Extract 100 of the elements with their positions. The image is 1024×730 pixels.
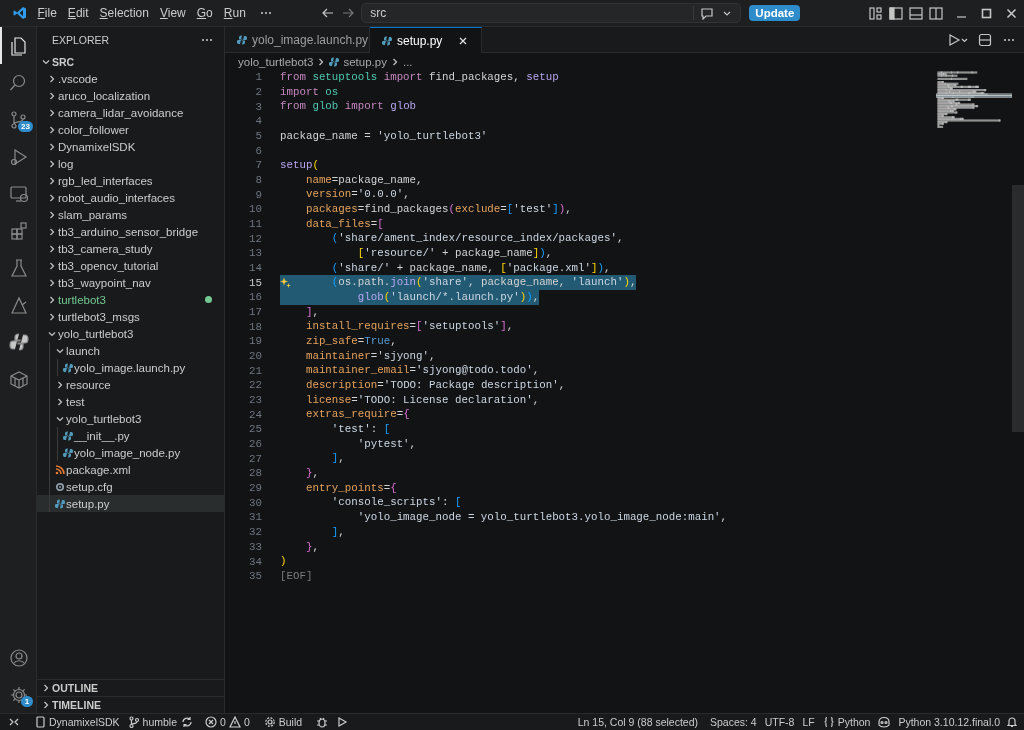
extensions-icon[interactable] [9,220,29,241]
explorer-icon[interactable] [9,35,29,56]
line-number: 23 [248,394,262,407]
code-line: import os [280,84,339,100]
scrollbar-thumb[interactable] [1012,185,1024,432]
breadcrumb-item[interactable]: yolo_turtlebot3 [238,55,314,68]
braces-icon [822,716,835,728]
encoding-status[interactable]: UTF-8 [760,716,799,728]
split-editor-icon[interactable] [978,32,992,47]
maximize-icon[interactable] [980,6,993,20]
code-line: ('share/ament_index/resource_index/packages', [330,231,624,247]
layout-icon[interactable] [869,6,883,20]
tree-item[interactable]: yolo_image_node.py [37,444,224,461]
code-line: install_requires=['setuptools'], [304,319,514,335]
breadcrumb-item[interactable]: ... [402,55,413,68]
tree-item[interactable]: tb3_opencv_tutorial [37,257,224,274]
line-number: 31 [248,511,262,524]
code-line: data_files=[ [304,216,384,232]
run-debug-icon[interactable] [9,146,29,167]
tree-item[interactable]: resource [37,376,224,393]
tree-item[interactable]: color_follower [37,121,224,138]
flask-icon[interactable] [9,257,29,278]
tree-item[interactable]: .vscode [37,70,224,87]
tree-item[interactable]: yolo_image.launch.py [37,359,224,376]
sync-icon[interactable] [181,716,194,728]
update-button[interactable]: Update [749,5,801,21]
tree-item[interactable]: rgb_led_interfaces [37,172,224,189]
back-arrow-icon[interactable] [321,6,336,20]
tree-item[interactable]: package.xml [37,461,224,478]
tree-item[interactable]: turtlebot3 [37,291,224,308]
code-line: 'console_scripts': [ [330,495,462,511]
branch-status[interactable]: humble [123,716,182,728]
line-number: 24 [248,408,262,421]
line-number: 34 [248,555,262,568]
python-file-icon [382,35,392,46]
breadcrumb-item[interactable]: setup.py [329,55,387,68]
folder-status[interactable]: DynamixelSDK [30,716,124,728]
editor-tab[interactable]: setup.py [370,27,483,53]
panel-toggle-icon[interactable] [909,6,923,20]
tree-item[interactable]: setup.cfg [37,478,224,495]
python-file-icon [62,362,73,373]
line-number: 8 [254,174,262,187]
tree-item[interactable]: launch [37,342,224,359]
panel-title: EXPLORER [52,34,110,46]
menu-item[interactable]: File [32,4,63,22]
task-status[interactable]: Build [259,716,307,728]
source-control-icon[interactable] [9,109,29,130]
python-icon[interactable] [9,331,29,352]
tree-item[interactable]: log [37,155,224,172]
tree-item[interactable]: tb3_arduino_sensor_bridge [37,223,224,240]
bug-icon[interactable] [316,716,329,728]
tree-item[interactable]: yolo_turtlebot3 [37,325,224,342]
copilot-icon[interactable] [877,716,892,728]
tree-item[interactable]: tb3_waypoint_nav [37,274,224,291]
run-icon[interactable] [948,32,968,47]
menu-item[interactable]: View [154,4,192,22]
account-icon[interactable] [9,647,29,668]
device-icon [34,716,46,728]
monitor-icon[interactable] [9,183,29,204]
line-number: 26 [248,438,262,451]
cursor-position[interactable]: Ln 15, Col 9 (88 selected) [573,716,702,728]
tree-item[interactable]: camera_lidar_avoidance [37,104,224,121]
python-file-icon [329,56,340,67]
tree-item[interactable]: turtlebot3_msgs [37,308,224,325]
line-number: 29 [248,482,262,495]
tree-item[interactable]: slam_params [37,206,224,223]
settings-icon[interactable] [9,684,29,705]
command-center[interactable]: src [361,3,742,23]
line-ending-status[interactable]: LF [798,716,819,728]
language-mode[interactable]: Python [818,716,875,728]
problems-status[interactable]: 0 0 [201,716,254,728]
chat-icon[interactable] [700,6,715,20]
tree-item[interactable]: __init__.py [37,427,224,444]
folder-header[interactable]: SRC [37,53,224,70]
tree-item[interactable]: tb3_camera_study [37,240,224,257]
play-icon[interactable] [336,716,349,728]
tree-item[interactable]: DynamixelSDK [37,138,224,155]
app-logo [13,6,27,20]
line-number: 10 [248,203,262,216]
section-header[interactable]: OUTLINE [37,679,224,696]
menu-item[interactable]: Go [191,4,219,22]
menu-item[interactable]: Run [218,4,252,22]
remote-icon[interactable] [8,716,20,728]
menu-item[interactable]: Selection [94,4,155,22]
line-number: 17 [248,306,262,319]
menu-item[interactable]: Edit [62,4,95,22]
split-layout-icon[interactable] [929,6,943,20]
interpreter-status[interactable]: Python 3.10.12.final.0 [894,716,1004,728]
tree-item[interactable]: robot_audio_interfaces [37,189,224,206]
forward-arrow-icon[interactable] [341,6,356,20]
tree-item[interactable]: test [37,393,224,410]
tree-item[interactable]: setup.py [37,495,224,512]
sidebar-toggle-icon[interactable] [889,6,903,20]
tree-item[interactable]: yolo_turtlebot3 [37,410,224,427]
tree-item[interactable]: aruco_localization [37,87,224,104]
modified-dot [205,296,212,303]
indentation-status[interactable]: Spaces: 4 [706,716,761,728]
sparkle-icon [280,277,291,289]
bell-icon[interactable] [1006,716,1018,728]
close-icon[interactable] [1005,6,1018,20]
